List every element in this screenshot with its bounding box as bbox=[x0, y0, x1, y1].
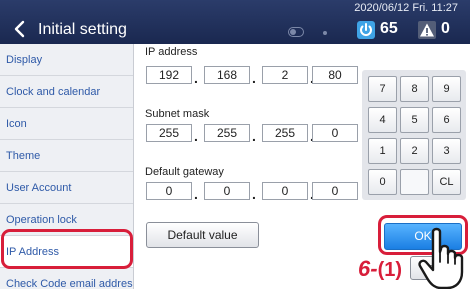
sidebar-item-theme[interactable]: Theme bbox=[0, 140, 133, 172]
subnet-mask-octet-4[interactable]: 0 bbox=[312, 124, 358, 142]
subnet-mask-octet-1[interactable]: 255 bbox=[146, 124, 192, 142]
ip-address-octet-1[interactable]: 192 bbox=[146, 66, 192, 84]
keypad-key-2[interactable]: 2 bbox=[400, 138, 429, 164]
dropdown-indicator-icon bbox=[323, 31, 327, 35]
subnet-mask-label: Subnet mask bbox=[145, 108, 210, 120]
step-number: 6- bbox=[358, 256, 378, 281]
back-arrow-icon[interactable] bbox=[12, 20, 28, 38]
pointing-hand-icon bbox=[417, 226, 470, 289]
octet-separator: . bbox=[252, 128, 256, 144]
ip-address-octet-2[interactable]: 168 bbox=[204, 66, 250, 84]
keypad-key-blank bbox=[400, 169, 429, 195]
octet-separator: . bbox=[252, 186, 256, 202]
keypad-key-8[interactable]: 8 bbox=[400, 76, 429, 102]
initial-setting-screen: Initial setting 2020/06/12 Fri. 11:27 65… bbox=[0, 0, 470, 289]
keypad-key-0[interactable]: 0 bbox=[368, 169, 397, 195]
keypad-key-clear[interactable]: CL bbox=[432, 169, 461, 195]
default-value-button[interactable]: Default value bbox=[146, 222, 259, 248]
keypad-key-5[interactable]: 5 bbox=[400, 107, 429, 133]
keypad-key-4[interactable]: 4 bbox=[368, 107, 397, 133]
ip-address-octet-4[interactable]: 80 bbox=[312, 66, 358, 84]
subnet-mask-octet-3[interactable]: 255 bbox=[262, 124, 308, 142]
page-title: Initial setting bbox=[38, 21, 127, 38]
toggle-icon[interactable] bbox=[288, 26, 304, 38]
keypad-key-3[interactable]: 3 bbox=[432, 138, 461, 164]
octet-separator: . bbox=[252, 70, 256, 86]
sidebar-item-clock-calendar[interactable]: Clock and calendar bbox=[0, 76, 133, 108]
warning-icon bbox=[418, 21, 436, 39]
sidebar-item-icon[interactable]: Icon bbox=[0, 108, 133, 140]
default-gateway-octet-2[interactable]: 0 bbox=[204, 182, 250, 200]
numeric-keypad: 7 8 9 4 5 6 1 2 3 0 CL bbox=[362, 70, 466, 200]
power-icon bbox=[357, 21, 375, 39]
default-gateway-label: Default gateway bbox=[145, 166, 224, 178]
keypad-key-6[interactable]: 6 bbox=[432, 107, 461, 133]
subnet-mask-octet-2[interactable]: 255 bbox=[204, 124, 250, 142]
power-count: 65 bbox=[380, 20, 398, 37]
default-gateway-octet-4[interactable]: 0 bbox=[312, 182, 358, 200]
ip-address-octet-3[interactable]: 2 bbox=[262, 66, 308, 84]
step-callout: 6-(1) bbox=[358, 256, 402, 282]
step-substep: (1) bbox=[377, 259, 403, 281]
octet-separator: . bbox=[194, 128, 198, 144]
default-gateway-octet-1[interactable]: 0 bbox=[146, 182, 192, 200]
octet-separator: . bbox=[194, 186, 198, 202]
datetime-display: 2020/06/12 Fri. 11:27 bbox=[354, 2, 458, 14]
sidebar-item-display[interactable]: Display bbox=[0, 44, 133, 76]
keypad-key-9[interactable]: 9 bbox=[432, 76, 461, 102]
keypad-key-7[interactable]: 7 bbox=[368, 76, 397, 102]
sidebar-item-user-account[interactable]: User Account bbox=[0, 172, 133, 204]
sidebar-selection-highlight bbox=[1, 229, 133, 269]
keypad-key-1[interactable]: 1 bbox=[368, 138, 397, 164]
default-gateway-octet-3[interactable]: 0 bbox=[262, 182, 308, 200]
ip-address-label: IP address bbox=[145, 46, 198, 58]
octet-separator: . bbox=[194, 70, 198, 86]
header-bar: Initial setting 2020/06/12 Fri. 11:27 65… bbox=[0, 0, 470, 44]
warning-count: 0 bbox=[441, 20, 450, 37]
sidebar-item-check-code-email[interactable]: Check Code email address bbox=[0, 268, 133, 289]
